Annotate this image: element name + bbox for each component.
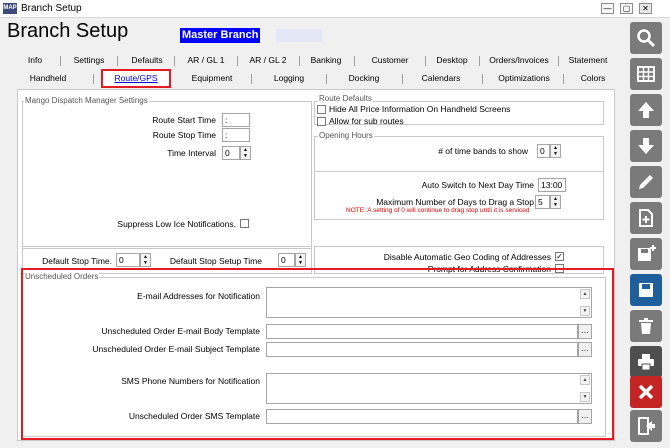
tab-statement[interactable]: Statement [562, 52, 614, 69]
time-bands-label: # of time bands to show [438, 146, 528, 156]
grid-icon[interactable] [630, 58, 662, 90]
suppress-ice-checkbox[interactable] [240, 219, 249, 228]
suppress-ice-label: Suppress Low Ice Notifications. [117, 219, 236, 229]
drag-stop-note: NOTE: A setting of 0 will continue to dr… [346, 207, 530, 214]
route-gps-panel: Mango Dispatch Manager Settings Route St… [17, 89, 615, 441]
default-stop-time-spinner[interactable]: ▲ ▼ [140, 253, 151, 267]
tab-separator [117, 56, 118, 66]
tab-separator [251, 74, 252, 84]
default-stop-time-input[interactable]: 0 [116, 253, 140, 267]
minimize-button[interactable]: — [601, 3, 614, 14]
trash-icon[interactable] [630, 310, 662, 342]
default-stop-setup-spinner[interactable]: ▲ ▼ [295, 253, 306, 267]
window-close-button[interactable]: ✕ [639, 3, 652, 14]
branch-name-field[interactable]: Master Branch [180, 28, 260, 43]
route-stop-input[interactable]: : [222, 128, 250, 142]
search-icon[interactable] [630, 22, 662, 54]
tab-separator [402, 74, 403, 84]
tab-separator [237, 56, 238, 66]
tab-separator [563, 74, 564, 84]
window-titlebar: MAP Branch Setup — ▢ ✕ [0, 0, 670, 18]
save-new-icon[interactable] [630, 238, 662, 270]
tab-optimizations[interactable]: Optimizations [490, 70, 558, 87]
tab-separator [299, 56, 300, 66]
default-stop-setup-input[interactable]: 0 [278, 253, 295, 267]
up-arrow-icon[interactable] [630, 94, 662, 126]
opening-hours-legend: Opening Hours [318, 131, 374, 140]
route-start-input[interactable]: : [222, 113, 250, 127]
branch-extra-field [276, 29, 322, 42]
tab-route-gps[interactable]: Route/GPS [101, 69, 171, 88]
sub-routes-checkbox[interactable] [317, 117, 326, 126]
window-title: Branch Setup [21, 3, 82, 14]
time-interval-spinner[interactable]: ▲ ▼ [240, 146, 251, 160]
tab-settings[interactable]: Settings [68, 52, 110, 69]
tab-separator [482, 74, 483, 84]
page-title: Branch Setup [7, 20, 129, 42]
tab-equipment[interactable]: Equipment [180, 70, 244, 87]
time-interval-label: Time Interval [167, 148, 216, 158]
max-drag-days-spinner[interactable]: ▲ ▼ [550, 195, 561, 209]
tab-ar-gl-1[interactable]: AR / GL 1 [180, 52, 232, 69]
tab-handheld[interactable]: Handheld [22, 70, 74, 87]
tab-banking[interactable]: Banking [304, 52, 348, 69]
pencil-icon[interactable] [630, 166, 662, 198]
app-logo: MAP [3, 3, 17, 14]
tab-docking[interactable]: Docking [336, 70, 392, 87]
time-bands-input[interactable]: 0 [537, 144, 550, 158]
save-icon[interactable] [630, 274, 662, 306]
max-drag-days-input[interactable]: 5 [535, 195, 550, 209]
route-stop-label: Route Stop Time [152, 130, 216, 140]
maximize-button[interactable]: ▢ [620, 3, 633, 14]
disable-geo-checkbox[interactable]: ✓ [555, 252, 564, 261]
time-bands-spinner[interactable]: ▲ ▼ [550, 144, 561, 158]
tab-desktop[interactable]: Desktop [430, 52, 474, 69]
max-drag-days-label: Maximum Number of Days to Drag a Stop [376, 197, 534, 207]
tab-separator [326, 74, 327, 84]
default-stop-setup-label: Default Stop Setup Time [169, 256, 262, 266]
tab-separator [425, 56, 426, 66]
tab-orders-invoices[interactable]: Orders/Invoices [484, 52, 554, 69]
tab-separator [354, 56, 355, 66]
tab-separator [558, 56, 559, 66]
hide-price-label: Hide All Price Information On Handheld S… [329, 104, 511, 114]
disable-geo-label: Disable Automatic Geo Coding of Addresse… [383, 252, 551, 262]
down-arrow-icon[interactable] [630, 130, 662, 162]
tab-logging[interactable]: Logging [262, 70, 316, 87]
exit-icon[interactable] [630, 410, 662, 442]
close-icon[interactable] [630, 376, 662, 408]
tab-info[interactable]: Info [20, 52, 50, 69]
tab-ar-gl-2[interactable]: AR / GL 2 [242, 52, 294, 69]
tab-calendars[interactable]: Calendars [410, 70, 472, 87]
unscheduled-orders-highlight [21, 268, 614, 440]
auto-switch-input[interactable]: 13:00 [538, 178, 566, 192]
tab-separator [93, 74, 94, 84]
tab-colors[interactable]: Colors [570, 70, 616, 87]
printer-icon[interactable] [630, 346, 662, 378]
hide-price-checkbox[interactable] [317, 105, 326, 114]
route-defaults-legend: Route Defaults [318, 94, 373, 103]
time-interval-input[interactable]: 0 [222, 146, 240, 160]
tab-defaults[interactable]: Defaults [124, 52, 170, 69]
new-document-icon[interactable] [630, 202, 662, 234]
tab-customer[interactable]: Customer [362, 52, 418, 69]
tab-separator [479, 56, 480, 66]
tab-separator [174, 56, 175, 66]
route-start-label: Route Start Time [152, 115, 216, 125]
default-stop-time-label: Default Stop Time. [42, 256, 112, 266]
tab-separator [60, 56, 61, 66]
sub-routes-label: Allow for sub routes [329, 116, 404, 126]
auto-switch-label: Auto Switch to Next Day Time [421, 180, 534, 190]
mango-settings-legend: Mango Dispatch Manager Settings [24, 96, 149, 105]
